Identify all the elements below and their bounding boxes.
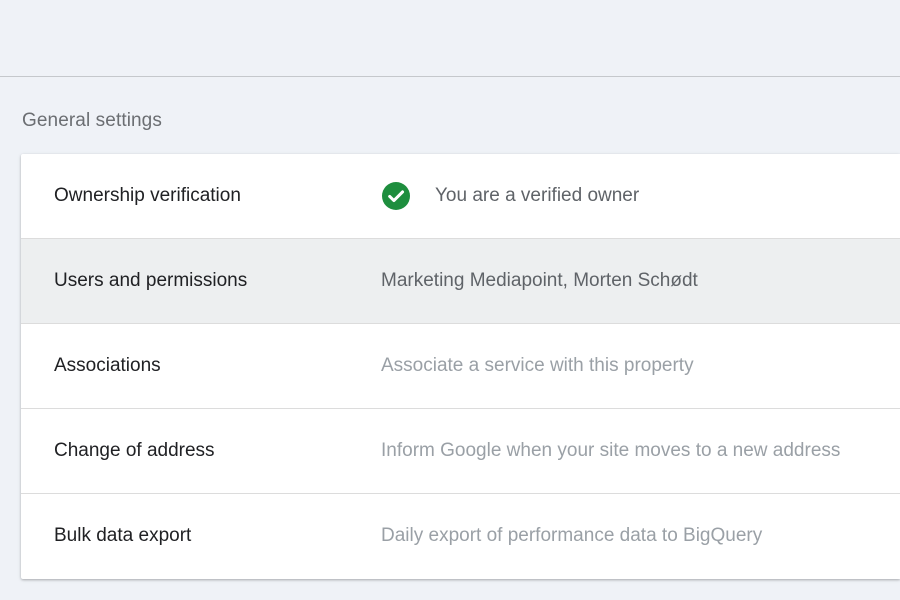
row-value: Daily export of performance data to BigQ… (381, 525, 763, 546)
row-label: Associations (54, 355, 161, 376)
row-value: Associate a service with this property (381, 355, 694, 376)
row-users-and-permissions[interactable]: Users and permissions Marketing Mediapoi… (21, 239, 900, 324)
top-app-bar (0, 0, 900, 77)
row-label: Bulk data export (54, 525, 192, 546)
row-value: Inform Google when your site moves to a … (381, 440, 841, 461)
section-title: General settings (22, 110, 162, 131)
row-label: Ownership verification (54, 185, 241, 206)
row-label: Change of address (54, 440, 215, 461)
settings-card: Ownership verification You are a verifie… (21, 154, 900, 579)
row-associations[interactable]: Associations Associate a service with th… (21, 324, 900, 409)
row-value: Marketing Mediapoint, Morten Schødt (381, 270, 698, 291)
row-bulk-data-export[interactable]: Bulk data export Daily export of perform… (21, 494, 900, 579)
row-change-of-address[interactable]: Change of address Inform Google when you… (21, 409, 900, 494)
check-circle-icon (382, 182, 410, 210)
row-label: Users and permissions (54, 270, 248, 291)
row-value: You are a verified owner (435, 185, 640, 206)
row-ownership-verification[interactable]: Ownership verification You are a verifie… (21, 154, 900, 239)
